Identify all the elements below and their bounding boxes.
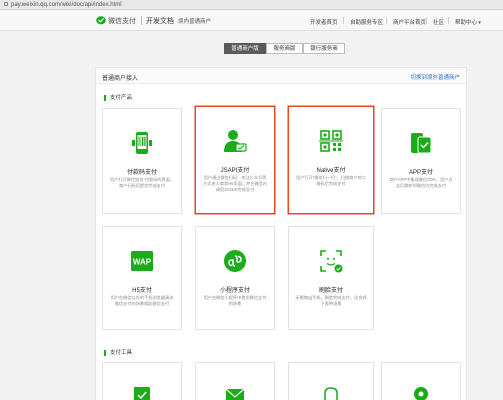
- nav-help-center[interactable]: 帮助中心 ▾: [455, 18, 481, 26]
- miniprogram-icon: [224, 250, 246, 272]
- product-card-miniprogram[interactable]: 小程序支付 用户在微信小程序中使用微信支付的场景: [195, 226, 275, 330]
- section-title-tools: 支付工具: [104, 350, 132, 356]
- product-name: 小程序支付: [219, 288, 250, 294]
- chevron-down-icon: ▾: [477, 20, 481, 26]
- product-card-h5[interactable]: WAP H5支付 用户在微信以外的手机浏览器请求微信支付的场景唤起微信支付: [102, 226, 182, 330]
- tab-service-provider[interactable]: 服务商版: [266, 43, 303, 54]
- product-name: 刷脸支付: [318, 288, 343, 294]
- lock-icon: [4, 2, 8, 7]
- product-card-facepay[interactable]: 刷脸支付 无需掏出手机，刷脸完成支付，适合线下各种场景: [288, 226, 374, 330]
- nav-developer-home[interactable]: 开发者首页: [310, 18, 338, 26]
- nav-separator: [448, 17, 449, 24]
- tool-card-2[interactable]: [195, 362, 275, 400]
- person-payment-icon: [224, 130, 247, 152]
- nav-merchant-home[interactable]: 商户平台首页: [393, 18, 426, 26]
- app-phone-icon: [411, 133, 432, 154]
- tool-card-3[interactable]: [288, 362, 374, 400]
- browser-url-bar[interactable]: pay.weixin.qq.com/wiki/doc/api/index.htm…: [0, 0, 503, 10]
- url-text: pay.weixin.qq.com/wiki/doc/api/index.htm…: [11, 2, 122, 8]
- qrcode-icon: [319, 130, 343, 152]
- product-card-micropay[interactable]: 付款码支付 用户打开微信钱包-付款码的界面，商户扫码后提交完成支付: [102, 108, 182, 214]
- product-name: APP支付: [408, 170, 433, 176]
- product-desc: 用户打开微信钱包-付款码的界面，商户扫码后提交完成支付: [109, 177, 175, 188]
- tab-ordinary-merchant[interactable]: 普通商户版: [224, 43, 266, 54]
- tool-card-1[interactable]: [102, 362, 182, 400]
- wap-icon: WAP: [131, 251, 153, 271]
- product-desc: 用户在微信小程序中使用微信支付的场景: [203, 295, 267, 306]
- wechat-pay-logo-icon: [96, 16, 106, 25]
- product-card-app[interactable]: APP支付 商户APP中集成微信SDK，用户点击后跳转到微信内完成支付: [381, 108, 461, 214]
- product-card-native[interactable]: Native支付 用户打开"微信扫一扫"，扫描商户的二维码后完成支付: [288, 106, 374, 214]
- svg-text:WAP: WAP: [133, 258, 152, 267]
- nav-separator: [386, 17, 387, 24]
- product-desc: 无需掏出手机，刷脸完成支付，适合线下各种场景: [295, 295, 367, 306]
- nav-separator: [343, 17, 344, 24]
- product-desc: 用户打开"微信扫一扫"，扫描商户的二维码后完成支付: [296, 175, 366, 186]
- product-name: H5支付: [132, 288, 152, 294]
- product-name: JSAPI支付: [220, 168, 250, 174]
- nav-community[interactable]: 社区: [433, 18, 444, 26]
- section-title-products: 支付产品: [104, 95, 132, 101]
- product-card-jsapi[interactable]: JSAPI支付 用户通过微信扫码、关注公众号等方式进入商家H5页面，并在微信内调…: [195, 106, 275, 214]
- docs-subtitle: 境内普通商户: [178, 19, 212, 25]
- site-header: 微信支付 开发文档 境内普通商户 开发者首页 自助服务专区 商户平台首页 社区 …: [0, 11, 503, 31]
- tool-card-4[interactable]: [381, 362, 461, 400]
- brand-name[interactable]: 微信支付: [108, 16, 136, 26]
- switch-overseas-link[interactable]: 切换到境外普通商户: [410, 73, 460, 81]
- location-pin-icon: [414, 387, 428, 400]
- tool-outline-icon: [324, 387, 338, 400]
- face-scan-icon: [320, 250, 343, 273]
- card-header: 普通商户接入 切换到境外普通商户: [96, 68, 466, 84]
- nav-help-label: 帮助中心: [455, 20, 478, 26]
- product-desc: 商户APP中集成微信SDK，用户点击后跳转到微信内完成支付: [389, 177, 453, 188]
- card-title: 普通商户接入: [102, 76, 139, 82]
- nav-separator: [426, 17, 427, 24]
- tab-bank-provider[interactable]: 银行服务商: [303, 43, 345, 54]
- product-name: Native支付: [316, 168, 346, 174]
- nav-self-service[interactable]: 自助服务专区: [350, 18, 383, 26]
- product-name: 付款码支付: [126, 170, 157, 176]
- docs-title[interactable]: 开发文档: [146, 16, 174, 26]
- envelope-icon: [225, 388, 245, 400]
- header-divider: [141, 16, 142, 25]
- checkbox-icon: [134, 387, 150, 400]
- product-desc: 用户通过微信扫码、关注公众号等方式进入商家H5页面，并在微信内调用JSSDK完成…: [203, 175, 267, 192]
- product-desc: 用户在微信以外的手机浏览器请求微信支付的场景唤起微信支付: [110, 295, 174, 306]
- barcode-phone-icon: [132, 132, 152, 154]
